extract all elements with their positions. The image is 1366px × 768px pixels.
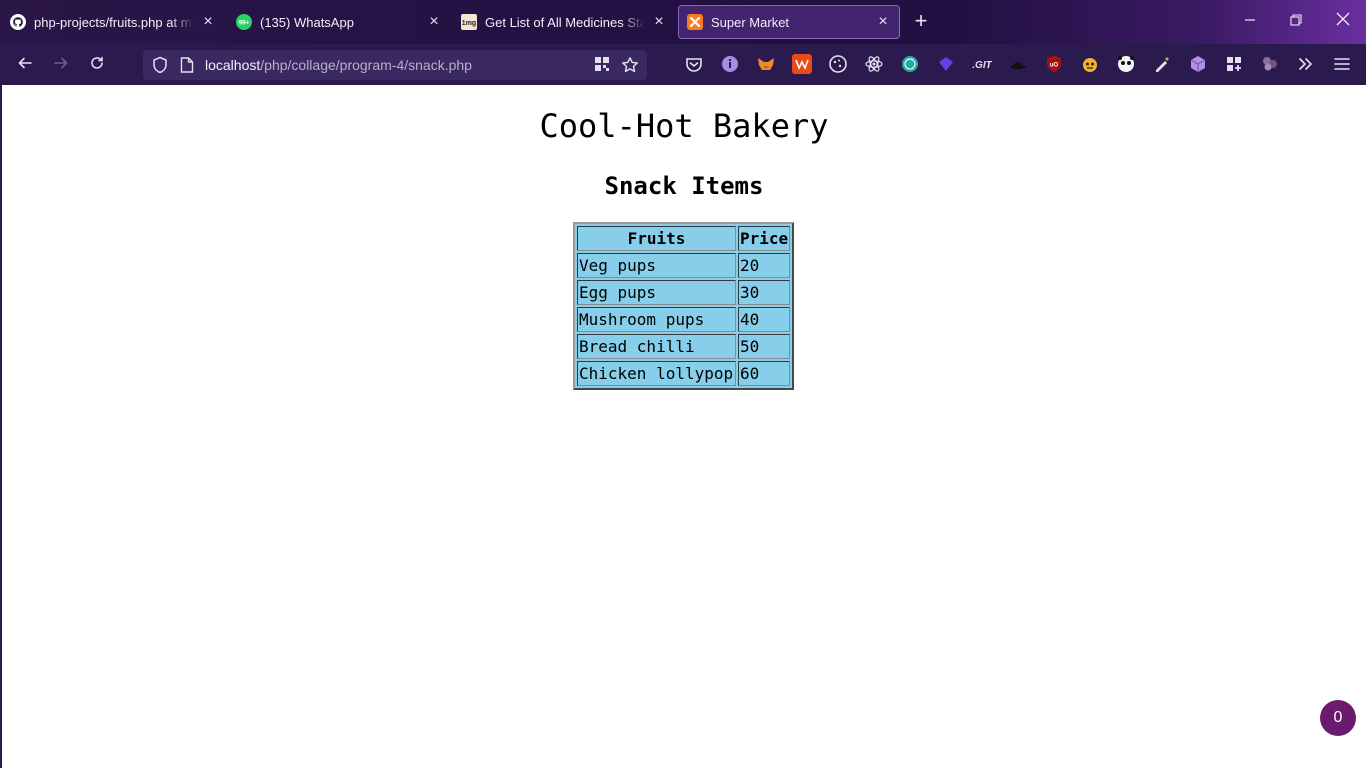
item-price-cell: 30 xyxy=(738,280,791,305)
containers-icon[interactable] xyxy=(1260,54,1280,74)
color-picker-icon[interactable] xyxy=(1152,54,1172,74)
new-tab-button[interactable]: + xyxy=(910,10,932,33)
whatsapp-badge: 99+ xyxy=(238,20,249,27)
snack-table-wrapper: Fruits Price Veg pups 20 Egg pups 30 Mus… xyxy=(573,222,795,390)
item-name-cell: Egg pups xyxy=(577,280,736,305)
item-price-cell: 20 xyxy=(738,253,791,278)
table-row: Bread chilli 50 xyxy=(577,334,791,359)
snack-table: Fruits Price Veg pups 20 Egg pups 30 Mus… xyxy=(573,222,795,390)
back-button[interactable] xyxy=(12,52,38,78)
tab-title: (135) WhatsApp xyxy=(260,14,354,30)
more-tools-chevron-icon[interactable] xyxy=(1296,54,1316,74)
panda-extension-icon[interactable] xyxy=(1116,54,1136,74)
1mg-icon-text: 1mg xyxy=(462,20,476,27)
gem-extension-icon[interactable] xyxy=(936,54,956,74)
column-header-price: Price xyxy=(738,226,791,251)
item-name-cell: Chicken lollypop xyxy=(577,361,736,386)
react-devtools-icon[interactable] xyxy=(864,54,884,74)
close-icon xyxy=(1336,12,1350,26)
close-icon[interactable]: × xyxy=(875,14,891,30)
restore-button[interactable] xyxy=(1284,10,1308,34)
close-window-button[interactable] xyxy=(1331,10,1355,34)
qr-code-icon xyxy=(595,57,609,71)
shield-icon[interactable] xyxy=(151,56,169,74)
table-row: Veg pups 20 xyxy=(577,253,791,278)
1mg-icon: 1mg xyxy=(461,14,477,30)
page-title: Cool-Hot Bakery xyxy=(539,107,829,145)
page-viewport: Cool-Hot Bakery Snack Items Fruits Price… xyxy=(2,85,1366,768)
arrow-left-icon xyxy=(18,57,32,69)
wappalyzer-icon[interactable] xyxy=(792,54,812,74)
page-icon[interactable] xyxy=(180,57,194,73)
tampermonkey-icon[interactable] xyxy=(1080,54,1100,74)
github-icon xyxy=(10,14,26,30)
navigation-toolbar: localhost/php/collage/program-4/snack.ph… xyxy=(0,44,1366,106)
tab-super-market[interactable]: Super Market × xyxy=(678,5,900,39)
url-path: /php/collage/program-4/snack.php xyxy=(260,57,472,73)
tab-github[interactable]: php-projects/fruits.php at master × xyxy=(2,5,224,39)
table-row: Egg pups 30 xyxy=(577,280,791,305)
url-host: localhost xyxy=(205,57,261,73)
cookie-icon[interactable] xyxy=(828,54,848,74)
globe-extension-icon[interactable] xyxy=(900,54,920,74)
svg-text:.GIT: .GIT xyxy=(972,60,992,71)
star-icon xyxy=(622,57,638,73)
cube-extension-icon[interactable] xyxy=(1188,54,1208,74)
hamburger-menu-icon[interactable] xyxy=(1332,54,1352,74)
item-name-cell: Bread chilli xyxy=(577,334,736,359)
reload-button[interactable] xyxy=(84,52,110,78)
page-subtitle: Snack Items xyxy=(604,172,764,200)
item-name-cell: Mushroom pups xyxy=(577,307,736,332)
tab-1mg[interactable]: 1mg Get List of All Medicines Starting w… xyxy=(453,5,675,39)
item-price-cell: 60 xyxy=(738,361,791,386)
url-text[interactable]: localhost/php/collage/program-4/snack.ph… xyxy=(205,57,472,73)
minimize-icon xyxy=(1245,19,1255,21)
close-icon[interactable]: × xyxy=(200,14,216,30)
svg-text:uO: uO xyxy=(1050,63,1059,69)
ublock-origin-icon[interactable]: uO xyxy=(1044,54,1064,74)
metamask-icon[interactable] xyxy=(756,54,776,74)
item-price-cell: 50 xyxy=(738,334,791,359)
close-icon[interactable]: × xyxy=(651,14,667,30)
minimize-button[interactable] xyxy=(1238,10,1262,34)
item-price-cell: 40 xyxy=(738,307,791,332)
git-extension-icon[interactable]: .GIT xyxy=(972,54,992,74)
close-icon[interactable]: × xyxy=(426,14,442,30)
whatsapp-icon: 99+ xyxy=(236,14,252,30)
info-extension-icon[interactable] xyxy=(720,54,740,74)
tab-title: Get List of All Medicines Starting with xyxy=(485,14,645,30)
xampp-icon xyxy=(687,14,703,30)
table-row: Chicken lollypop 60 xyxy=(577,361,791,386)
hat-extension-icon[interactable] xyxy=(1008,54,1028,74)
column-header-fruits: Fruits xyxy=(577,226,736,251)
address-bar[interactable]: localhost/php/collage/program-4/snack.ph… xyxy=(143,50,647,80)
item-name-cell: Veg pups xyxy=(577,253,736,278)
tab-title: Super Market xyxy=(711,14,790,30)
arrow-right-icon xyxy=(54,57,68,69)
forward-button[interactable] xyxy=(48,52,74,78)
tab-title: php-projects/fruits.php at master xyxy=(34,14,194,30)
pocket-icon[interactable] xyxy=(684,54,704,74)
bookmark-star-button[interactable] xyxy=(621,56,639,74)
tab-strip: php-projects/fruits.php at master × 99+ … xyxy=(0,0,1366,44)
table-row: Mushroom pups 40 xyxy=(577,307,791,332)
floating-counter-badge[interactable]: 0 xyxy=(1320,700,1356,736)
tab-whatsapp[interactable]: 99+ (135) WhatsApp × xyxy=(228,5,450,39)
grid-extension-icon[interactable] xyxy=(1224,54,1244,74)
table-header-row: Fruits Price xyxy=(577,226,791,251)
qr-code-button[interactable] xyxy=(593,56,611,74)
restore-icon xyxy=(1290,14,1302,26)
reload-icon xyxy=(91,56,103,69)
